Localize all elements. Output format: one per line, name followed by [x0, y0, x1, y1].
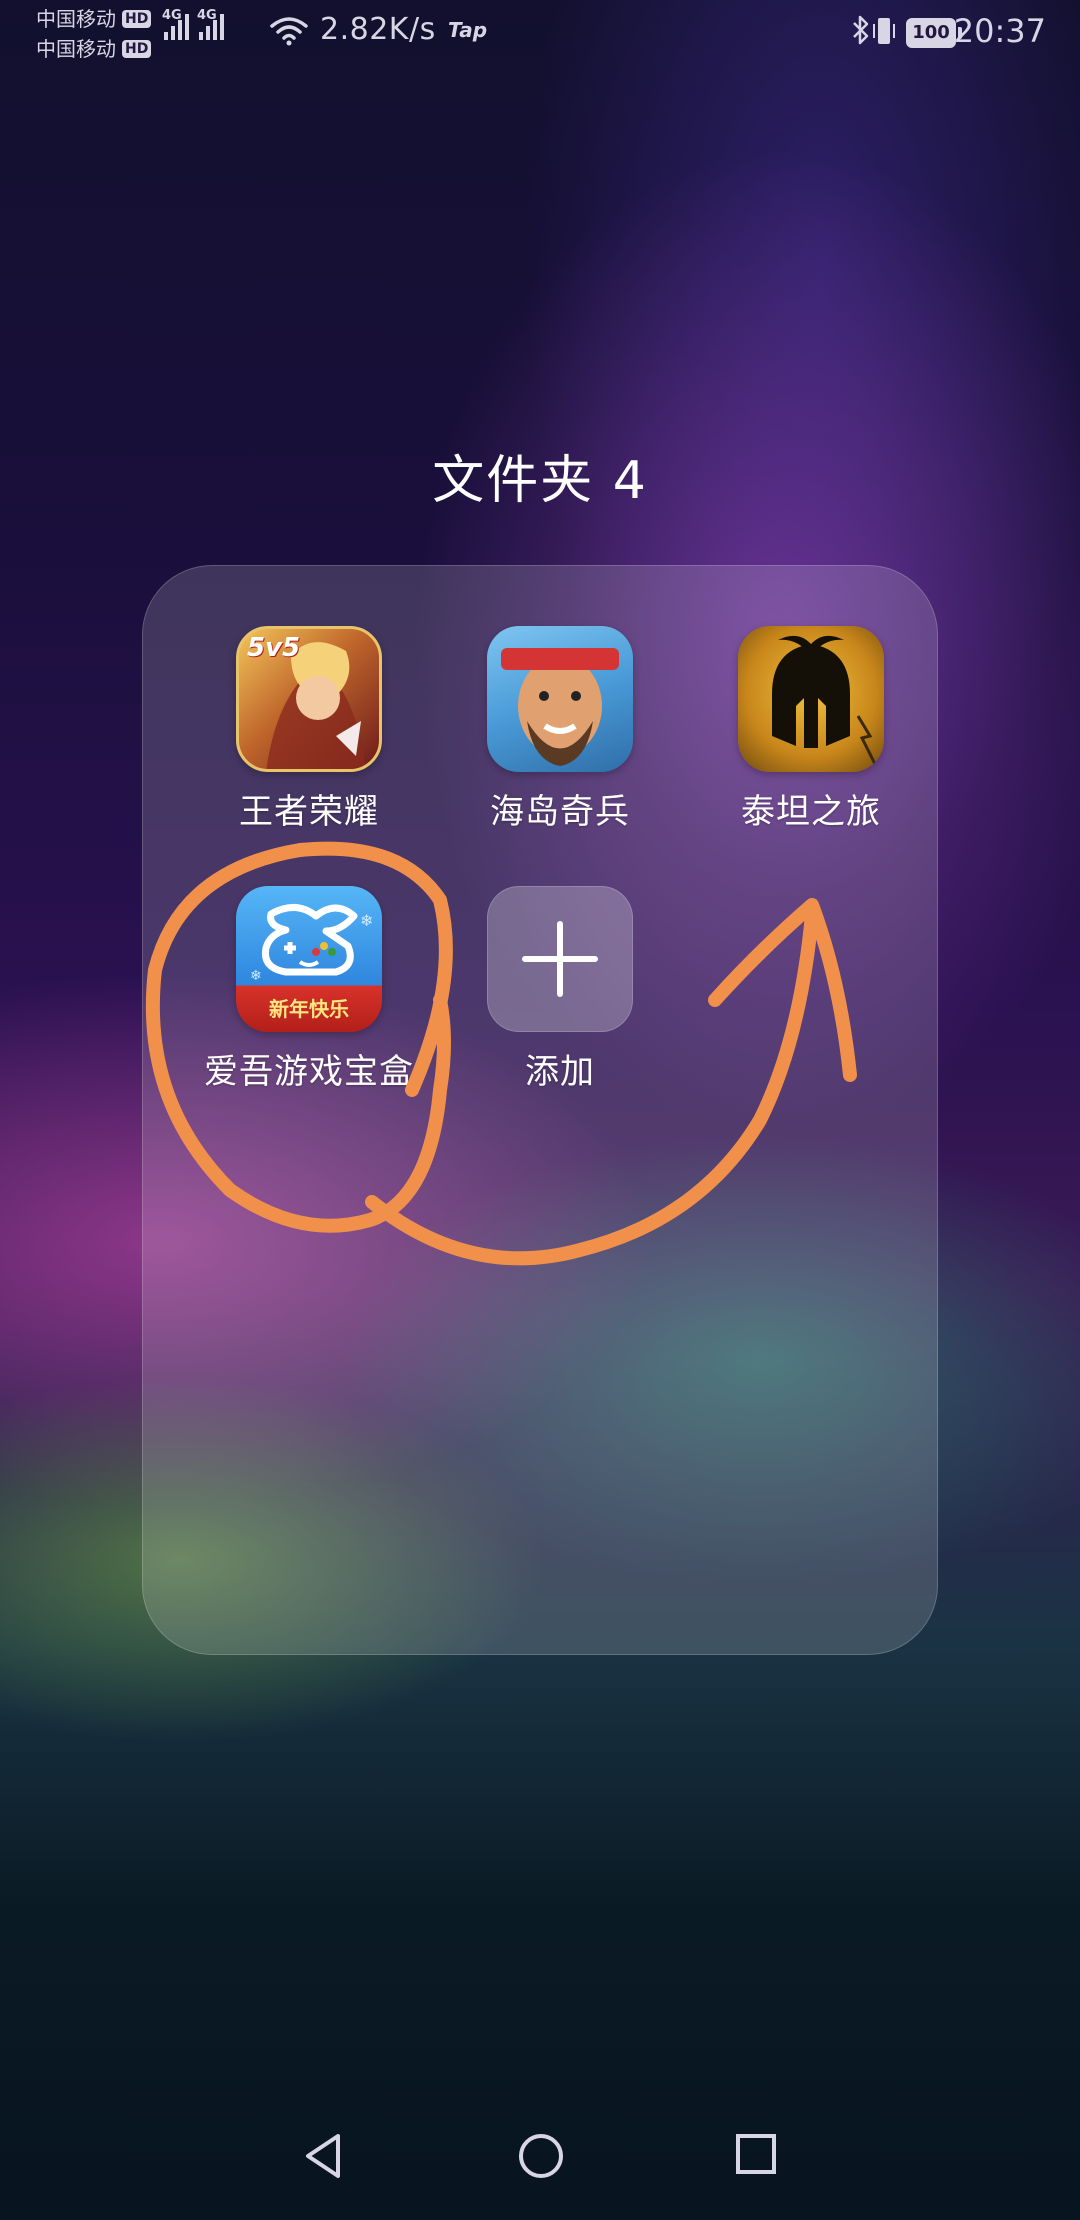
status-bar: 中国移动 HD 中国移动 HD 4G 4G 2.82K/s Tap 100 20… — [0, 0, 1080, 66]
carrier-2-label: 中国移动 — [36, 37, 116, 61]
app-label: 添加 — [525, 1052, 595, 1092]
carrier-info: 中国移动 HD 中国移动 HD — [36, 4, 152, 64]
back-icon[interactable] — [302, 2132, 344, 2180]
app-titan-quest[interactable]: 泰坦之旅 — [686, 626, 936, 833]
folder-title[interactable]: 文件夹 4 — [0, 438, 1080, 513]
hd-badge: HD — [122, 40, 152, 58]
app-label: 爱吾游戏宝盒 — [204, 1052, 414, 1092]
navigation-bar — [0, 2110, 1080, 2220]
home-screen: 中国移动 HD 中国移动 HD 4G 4G 2.82K/s Tap 100 20… — [0, 0, 1080, 2220]
signal-indicators: 4G 4G — [162, 8, 224, 40]
vibrate-icon — [873, 18, 895, 44]
app-label: 海岛奇兵 — [490, 792, 630, 832]
wifi-icon — [270, 17, 308, 46]
plus-icon — [522, 921, 598, 997]
hd-badge: HD — [122, 10, 152, 28]
add-app-button[interactable]: 添加 — [435, 886, 685, 1093]
app-aiwu-game-box[interactable]: ❄ ❄ 新年快乐 爱吾游戏宝盒 — [184, 886, 434, 1093]
network-speed: 2.82K/s — [320, 12, 436, 47]
recents-icon[interactable] — [734, 2132, 778, 2176]
honor-of-kings-icon[interactable]: 5v5 — [236, 626, 382, 772]
app-honor-of-kings[interactable]: 5v5 王者荣耀 — [184, 626, 434, 833]
svg-text:❄: ❄ — [360, 911, 373, 930]
clock: 20:37 — [953, 12, 1046, 50]
folder-panel: 5v5 王者荣耀 海岛奇兵 泰坦之旅 ❄ ❄ 新年快乐 爱吾游戏宝盒 添加 — [142, 565, 938, 1655]
app-banner-text: 新年快乐 — [269, 997, 349, 1021]
signal-2-icon: 4G — [197, 8, 224, 40]
tap-icon: Tap — [448, 18, 488, 42]
titan-quest-icon[interactable] — [738, 626, 884, 772]
app-boom-beach[interactable]: 海岛奇兵 — [435, 626, 685, 833]
game-badge: 5v5 — [247, 633, 301, 663]
battery-icon: 100 — [906, 18, 962, 48]
add-tile[interactable] — [487, 886, 633, 1032]
app-label: 王者荣耀 — [239, 792, 379, 832]
svg-text:❄: ❄ — [250, 968, 262, 984]
bluetooth-icon — [853, 15, 869, 45]
aiwu-game-box-icon[interactable]: ❄ ❄ 新年快乐 — [236, 886, 382, 1032]
carrier-1-label: 中国移动 — [36, 7, 116, 31]
boom-beach-icon[interactable] — [487, 626, 633, 772]
signal-1-icon: 4G — [162, 8, 189, 40]
app-label: 泰坦之旅 — [741, 792, 881, 832]
home-icon[interactable] — [517, 2132, 565, 2180]
